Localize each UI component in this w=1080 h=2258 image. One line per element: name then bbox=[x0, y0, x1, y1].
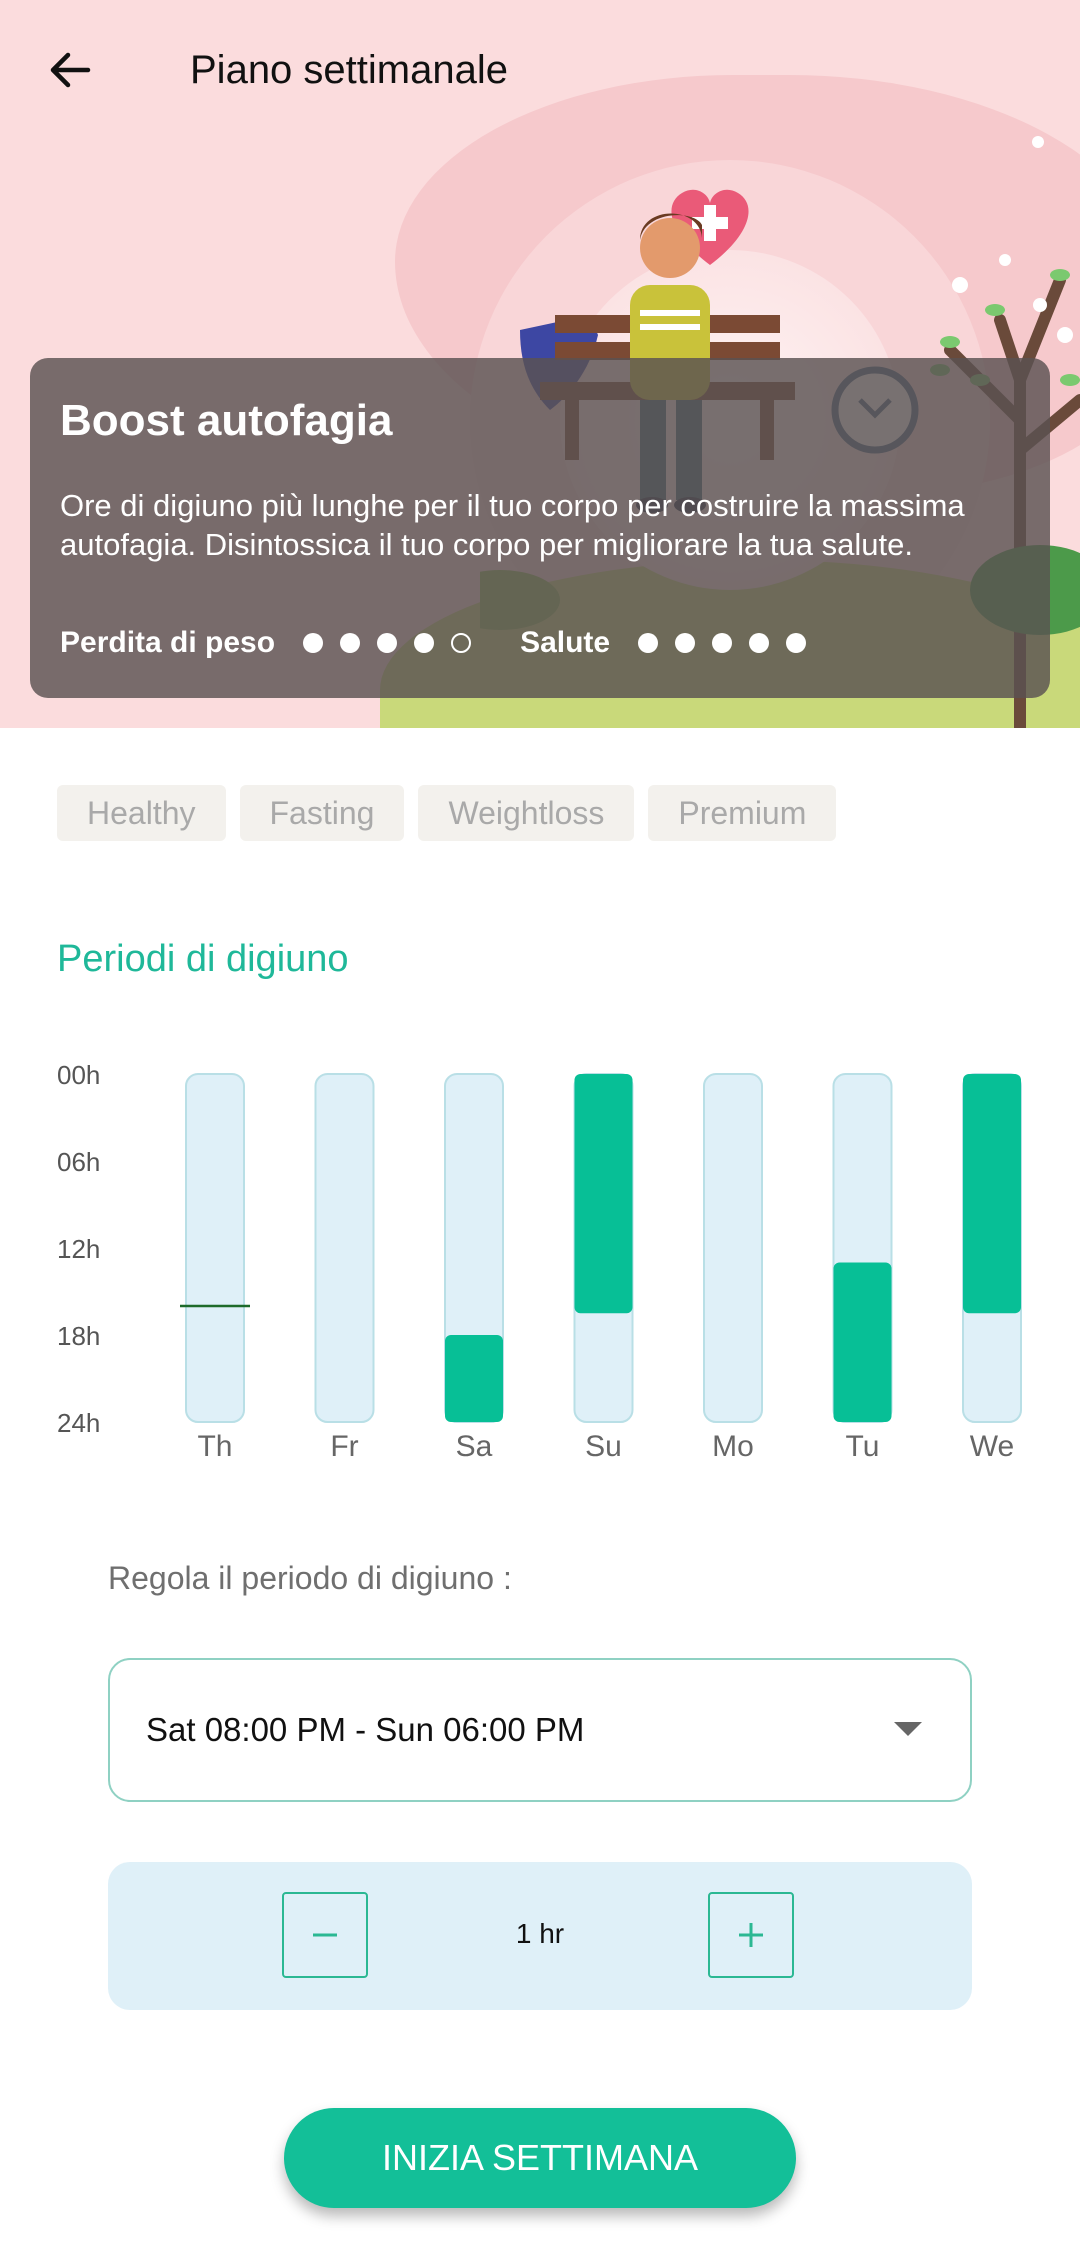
health-rating-dot bbox=[675, 633, 696, 653]
duration-value: 1 hr bbox=[515, 1918, 565, 1949]
day-label: Fr bbox=[330, 1430, 358, 1463]
back-button[interactable] bbox=[40, 40, 100, 100]
weight-loss-rating-dot bbox=[303, 633, 324, 653]
tag-fasting[interactable]: Fasting bbox=[239, 785, 405, 841]
hero-banner: Piano settimanale Boost autofagia Ore di… bbox=[0, 0, 1080, 728]
plan-info-card: Boost autofagia Ore di digiuno più lungh… bbox=[30, 358, 1050, 698]
tree-flowers bbox=[952, 136, 1073, 343]
day-label: Mo bbox=[712, 1430, 754, 1463]
y-tick-label: 24h bbox=[57, 1408, 100, 1438]
section-title: Periodi di digiuno bbox=[57, 938, 349, 980]
day-track-mo bbox=[703, 1073, 763, 1423]
y-tick-label: 00h bbox=[57, 1060, 100, 1090]
tag-list: Healthy Fasting Weightloss Premium bbox=[57, 785, 837, 841]
plus-icon bbox=[739, 1923, 763, 1947]
day-label: Th bbox=[197, 1430, 232, 1463]
arrow-left-icon bbox=[50, 52, 91, 88]
health-rating-dot bbox=[712, 633, 733, 653]
selected-period: Sat 08:00 PM - Sun 06:00 PM bbox=[146, 1711, 585, 1748]
y-tick-label: 06h bbox=[57, 1147, 100, 1177]
duration-stepper: 1 hr bbox=[108, 1862, 972, 2010]
plan-ratings: Perdita di peso Salute bbox=[60, 626, 855, 660]
weight-loss-rating bbox=[303, 633, 488, 653]
page-title: Piano settimanale bbox=[190, 48, 508, 92]
day-label: Tu bbox=[846, 1430, 880, 1463]
weight-loss-rating-dot bbox=[377, 633, 398, 653]
fasting-bar-sa[interactable] bbox=[445, 1335, 503, 1422]
weight-loss-rating-dot bbox=[414, 633, 435, 653]
start-week-button[interactable]: INIZIA SETTIMANA bbox=[284, 2108, 796, 2208]
day-label: Su bbox=[585, 1430, 622, 1463]
day-label: Sa bbox=[456, 1430, 493, 1463]
tag-premium[interactable]: Premium bbox=[648, 785, 837, 841]
day-label: We bbox=[970, 1430, 1014, 1463]
health-label: Salute bbox=[520, 626, 611, 659]
fasting-period-dropdown[interactable]: Sat 08:00 PM - Sun 06:00 PM bbox=[108, 1658, 972, 1802]
y-tick-label: 12h bbox=[57, 1234, 100, 1264]
plan-description: Ore di digiuno più lunghe per il tuo cor… bbox=[60, 488, 965, 562]
caret-down-icon bbox=[894, 1722, 922, 1736]
plan-title: Boost autofagia bbox=[60, 396, 393, 445]
health-rating bbox=[638, 633, 823, 653]
day-track-th bbox=[185, 1073, 245, 1423]
y-tick-label: 18h bbox=[57, 1321, 100, 1351]
weight-loss-rating-dot bbox=[451, 633, 472, 653]
fasting-periods-chart: 00h 06h 12h 18h 24h Th Fr Sa Su Mo Tu We bbox=[57, 1060, 1022, 1463]
day-track-fr bbox=[314, 1073, 375, 1423]
health-rating-dot bbox=[786, 633, 807, 653]
tag-healthy[interactable]: Healthy bbox=[57, 785, 226, 841]
increase-button[interactable] bbox=[708, 1892, 794, 1978]
weight-loss-rating-dot bbox=[340, 633, 361, 653]
tag-weightloss[interactable]: Weightloss bbox=[418, 785, 635, 841]
fasting-bar-tu[interactable] bbox=[833, 1262, 892, 1423]
adjust-label: Regola il periodo di digiuno : bbox=[108, 1560, 512, 1596]
health-rating-dot bbox=[749, 633, 770, 653]
fasting-bar-we[interactable] bbox=[963, 1074, 1021, 1314]
fasting-bar-su[interactable] bbox=[574, 1074, 633, 1314]
weight-loss-label: Perdita di peso bbox=[60, 626, 276, 659]
health-rating-dot bbox=[638, 633, 659, 653]
